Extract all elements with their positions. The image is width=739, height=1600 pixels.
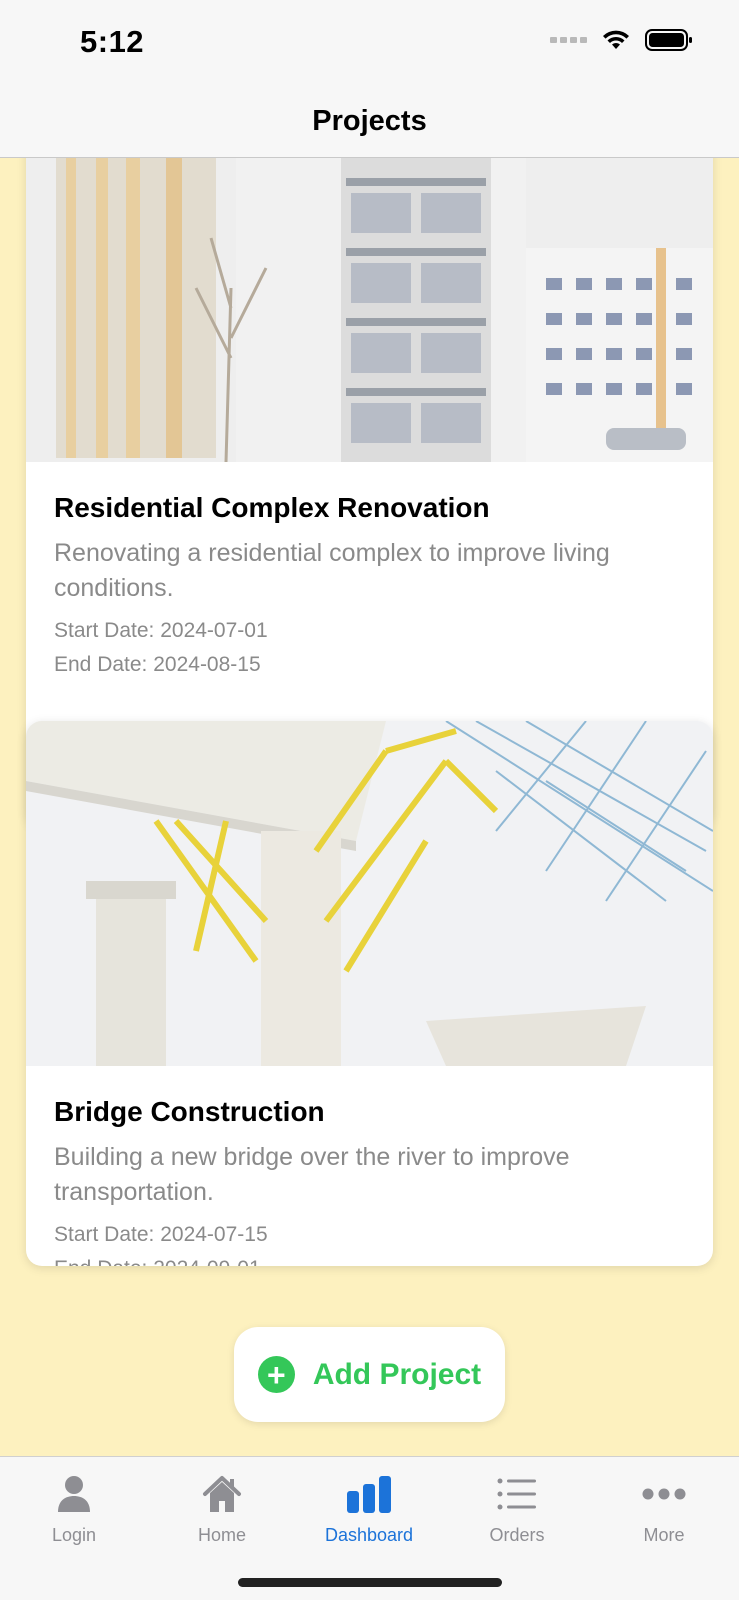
tab-home[interactable]: Home	[148, 1471, 296, 1546]
project-description: Building a new bridge over the river to …	[54, 1143, 570, 1206]
house-icon	[201, 1471, 243, 1517]
tab-label: Orders	[489, 1525, 545, 1545]
tab-label: More	[643, 1525, 685, 1545]
project-title: Bridge Construction	[54, 1096, 325, 1127]
project-info: Residential Complex Renovation Renovatin…	[26, 462, 713, 682]
cellular-signal-icon	[550, 37, 587, 43]
project-info: Bridge Construction Building a new bridg…	[26, 1066, 713, 1266]
tab-label: Home	[197, 1525, 246, 1545]
person-icon	[56, 1471, 92, 1517]
project-start-date: Start Date: 2024-07-01	[54, 619, 268, 642]
project-card[interactable]: Bridge Construction Building a new bridg…	[26, 721, 713, 1266]
tab-label: Dashboard	[324, 1525, 414, 1545]
project-image	[26, 158, 713, 462]
home-indicator	[238, 1578, 502, 1587]
battery-icon	[645, 29, 692, 51]
add-project-label: Add Project	[312, 1357, 482, 1391]
projects-list[interactable]: Residential Complex Renovation Renovatin…	[0, 158, 739, 1456]
status-icons	[550, 28, 693, 52]
status-bar: 5:12	[0, 0, 739, 85]
chart-bar-icon	[346, 1471, 392, 1517]
add-project-button[interactable]: + Add Project	[234, 1327, 505, 1422]
project-start-date: Start Date: 2024-07-15	[54, 1223, 268, 1246]
project-title: Residential Complex Renovation	[54, 492, 490, 523]
page-title: Projects	[312, 104, 427, 137]
project-image	[26, 721, 713, 1066]
navigation-bar: Projects	[0, 85, 739, 158]
tab-orders[interactable]: Orders	[443, 1471, 591, 1546]
tab-label: Login	[51, 1525, 97, 1545]
ellipsis-icon	[642, 1471, 686, 1517]
tab-login[interactable]: Login	[0, 1471, 148, 1546]
wifi-icon	[603, 30, 629, 49]
project-description: Renovating a residential complex to impr…	[54, 539, 610, 602]
project-end-date: End Date: 2024-09-01	[54, 1252, 685, 1266]
tab-dashboard[interactable]: Dashboard	[295, 1471, 443, 1546]
plus-circle-icon: +	[257, 1356, 295, 1393]
list-icon	[497, 1471, 537, 1517]
project-end-date: End Date: 2024-08-15	[54, 653, 261, 676]
tab-more[interactable]: More	[590, 1471, 738, 1546]
status-time: 5:12	[80, 24, 145, 59]
